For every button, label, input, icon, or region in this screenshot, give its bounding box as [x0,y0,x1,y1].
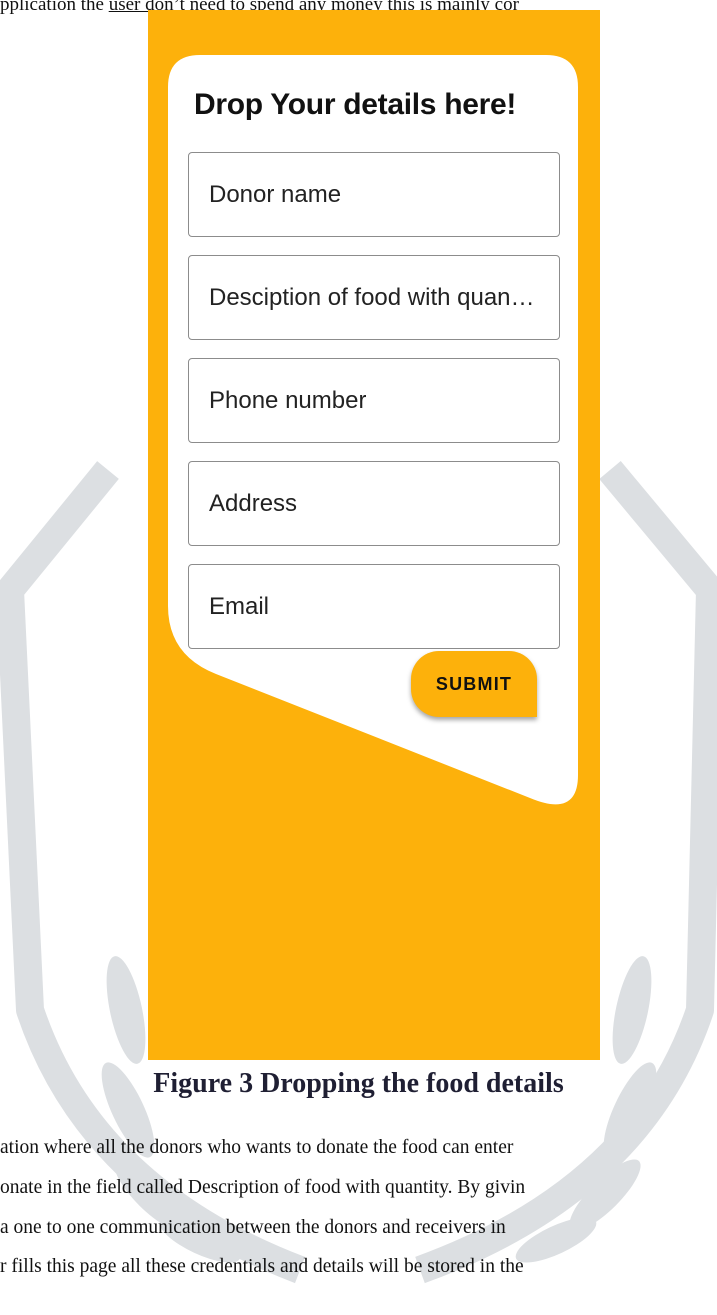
donor-name-field[interactable]: Donor name [188,152,560,237]
form-title: Drop Your details here! [194,88,517,121]
address-field[interactable]: Address [188,461,560,546]
submit-button[interactable]: SUBMIT [411,651,537,717]
figure-caption: Figure 3 Dropping the food details [153,1068,564,1099]
body-text-line: a one to one communication between the d… [0,1217,506,1238]
email-field[interactable]: Email [188,564,560,649]
email-placeholder: Email [209,592,270,620]
body-text-line: onate in the field called Description of… [0,1177,526,1198]
address-placeholder: Address [209,489,298,517]
body-text-line: ation where all the donors who wants to … [0,1137,514,1158]
body-text-line: r fills this page all these credentials … [0,1256,524,1277]
donor-name-placeholder: Donor name [209,180,342,208]
food-description-placeholder: Desciption of food with quantity [209,283,539,311]
app-screen: Drop Your details here! Donor name Desci… [148,10,600,1060]
phone-number-field[interactable]: Phone number [188,358,560,443]
phone-number-placeholder: Phone number [209,386,367,414]
food-description-field[interactable]: Desciption of food with quantity [188,255,560,340]
